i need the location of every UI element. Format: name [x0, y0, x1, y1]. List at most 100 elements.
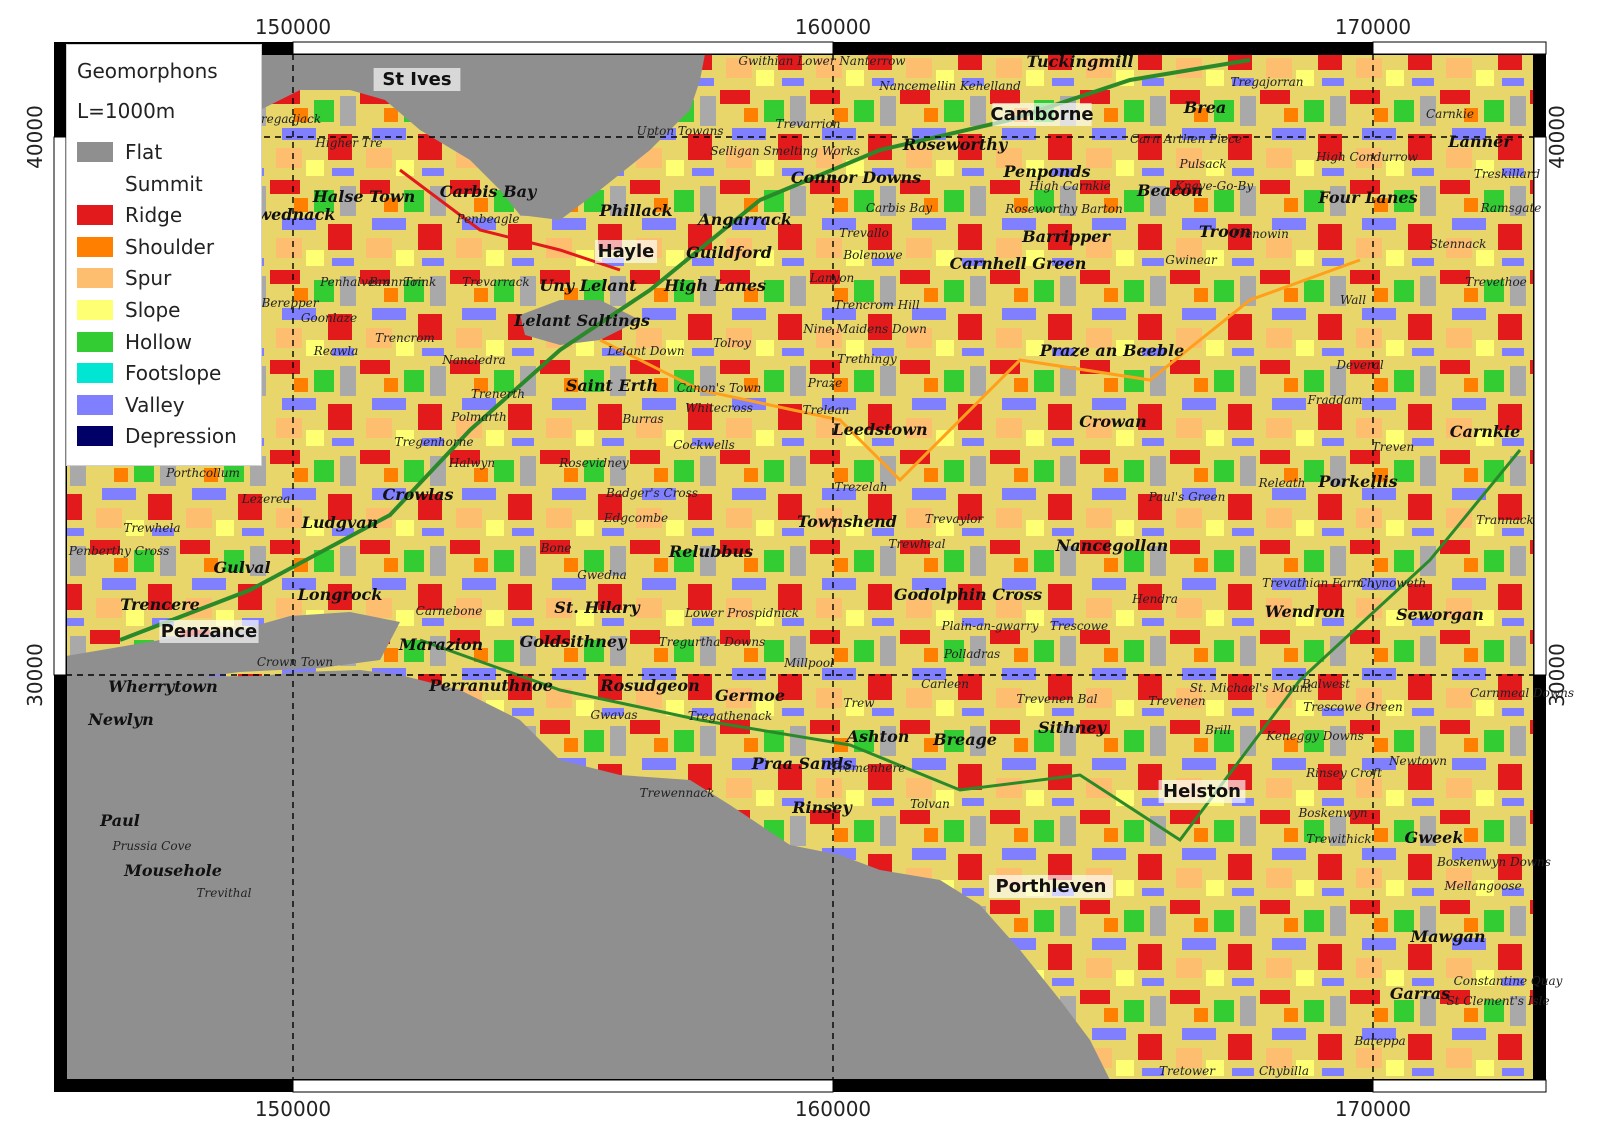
locality-label: Bareppa — [1353, 1034, 1405, 1048]
locality-label: Lanyon — [809, 271, 855, 285]
locality-label: Gwinear — [1165, 253, 1218, 267]
legend-swatch — [77, 173, 113, 194]
locality-label: Lezerea — [241, 492, 291, 506]
town-label: Saint Erth — [566, 376, 658, 395]
x-tick-bottom-150000: 150000 — [255, 1097, 331, 1121]
locality-label: Trewennack — [640, 786, 715, 800]
locality-label: Nancledra — [441, 353, 506, 367]
locality-label: Burras — [621, 412, 663, 426]
legend-item-hollow: Hollow — [77, 329, 192, 355]
locality-label: Tregenhorne — [395, 435, 474, 449]
locality-label: Trewhela — [124, 521, 181, 535]
top-neatline — [54, 41, 1547, 55]
town-label: Wherrytown — [108, 677, 217, 696]
town-label: Garras — [1390, 984, 1450, 1003]
locality-label: Keneggy Downs — [1265, 729, 1364, 743]
legend-swatch — [77, 142, 113, 162]
legend-swatch — [77, 236, 113, 257]
locality-label: Porthcollum — [165, 466, 240, 480]
major-place-label: Hayle — [598, 241, 655, 262]
town-label: Lanner — [1447, 132, 1513, 151]
town-label: Mawgan — [1409, 927, 1485, 946]
town-label: Rosudgeon — [599, 676, 699, 695]
town-label: Ludgvan — [301, 513, 379, 532]
town-label: Phillack — [598, 201, 672, 220]
locality-label: Penberthy Cross — [68, 544, 170, 558]
legend-label: Footslope — [125, 361, 222, 386]
locality-label: Trevathian Farm — [1262, 576, 1364, 590]
town-label: Tuckingmill — [1027, 52, 1134, 71]
town-label: Halse Town — [312, 187, 415, 206]
locality-label: Brill — [1204, 723, 1231, 737]
left-neatline — [53, 54, 67, 1080]
legend-item-ridge: Ridge — [77, 202, 182, 228]
locality-label: Polladras — [943, 647, 1000, 661]
locality-label: Stennack — [1430, 237, 1487, 251]
town-label: Godolphin Cross — [894, 585, 1042, 604]
locality-label: Trewithick — [1306, 832, 1371, 846]
town-label: Angarrack — [696, 210, 792, 229]
locality-label: Trescowe Green — [1303, 700, 1402, 714]
locality-label: Trencrom Hill — [834, 298, 920, 312]
locality-label: Nancemellin Kehelland — [878, 79, 1021, 93]
locality-label: Berepper — [261, 296, 320, 310]
town-label: Porkellis — [1317, 472, 1397, 491]
locality-label: Trevallo — [839, 226, 889, 240]
legend-title: Geomorphons — [77, 59, 218, 83]
locality-label: Balwest — [1301, 677, 1350, 691]
locality-label: Trevenen Bal — [1017, 692, 1098, 706]
town-label: Leedstown — [831, 420, 927, 439]
town-label: Seworgan — [1396, 605, 1484, 624]
locality-label: Chynoweth — [1358, 576, 1427, 590]
x-tick-top-150000: 150000 — [255, 15, 331, 39]
locality-label: Fraddam — [1306, 393, 1362, 407]
x-tick-bottom-160000: 160000 — [795, 1097, 871, 1121]
locality-label: Penbeagle — [456, 212, 520, 226]
town-label: Germoe — [715, 686, 785, 705]
locality-label: Trevethoe — [1465, 275, 1527, 289]
legend-label: Depression — [125, 424, 237, 449]
locality-label: Praze — [807, 376, 842, 390]
locality-label: Trevarrion — [775, 117, 840, 131]
locality-label: Mellangoose — [1443, 879, 1521, 893]
town-label: Perranuthnoe — [428, 676, 553, 695]
locality-label: Tolvan — [910, 797, 950, 811]
locality-label: Treven — [1372, 440, 1414, 454]
locality-label: St Clement's Isle — [1446, 994, 1549, 1008]
locality-label: Upton Towans — [637, 124, 724, 138]
locality-label: Nine Maidens Down — [802, 322, 927, 336]
y-tick-right-40000: 40000 — [1545, 105, 1569, 169]
legend-label: Flat — [125, 140, 163, 164]
town-label: Carnhell Green — [950, 254, 1087, 273]
legend: Geomorphons L=1000m Flat Summit Ridge Shoul… — [66, 44, 262, 466]
locality-label: Carnebone — [416, 604, 483, 618]
legend-label: Summit — [125, 171, 203, 196]
locality-label: Trelean — [803, 403, 850, 417]
town-label: Crowan — [1079, 412, 1147, 431]
major-place-label: Helston — [1163, 781, 1241, 802]
locality-label: Bolenowe — [842, 248, 902, 262]
legend-swatch — [77, 426, 113, 447]
locality-label: Trenowin — [1231, 227, 1289, 241]
locality-label: Gwithian Lower Nanterrow — [738, 54, 906, 68]
town-label: Rinsey — [791, 798, 853, 817]
legend-swatch — [77, 300, 113, 320]
locality-label: Trevaylor — [925, 512, 985, 526]
legend-item-footslope: Footslope — [77, 360, 221, 386]
locality-label: Reawla — [313, 344, 359, 358]
legend-label: Hollow — [125, 329, 192, 354]
legend-item-depression: Depression — [77, 423, 237, 449]
locality-label: Plain-an-gwarry — [941, 619, 1039, 633]
locality-label: Polmarth — [450, 410, 506, 424]
x-tick-top-170000: 170000 — [1335, 15, 1411, 39]
town-label: Townshend — [797, 512, 897, 531]
locality-label: Rosevidney — [558, 456, 629, 470]
legend-swatch — [77, 394, 113, 415]
legend-item-valley: Valley — [77, 392, 185, 418]
locality-label: Trescowe — [1050, 619, 1108, 633]
town-label: Relubbus — [668, 542, 753, 561]
legend-label: Slope — [125, 298, 181, 322]
locality-label: Treskillard — [1474, 167, 1541, 181]
locality-label: Lower Prospidnick — [684, 606, 799, 620]
locality-label: Carn Arthen Piece — [1130, 132, 1242, 146]
